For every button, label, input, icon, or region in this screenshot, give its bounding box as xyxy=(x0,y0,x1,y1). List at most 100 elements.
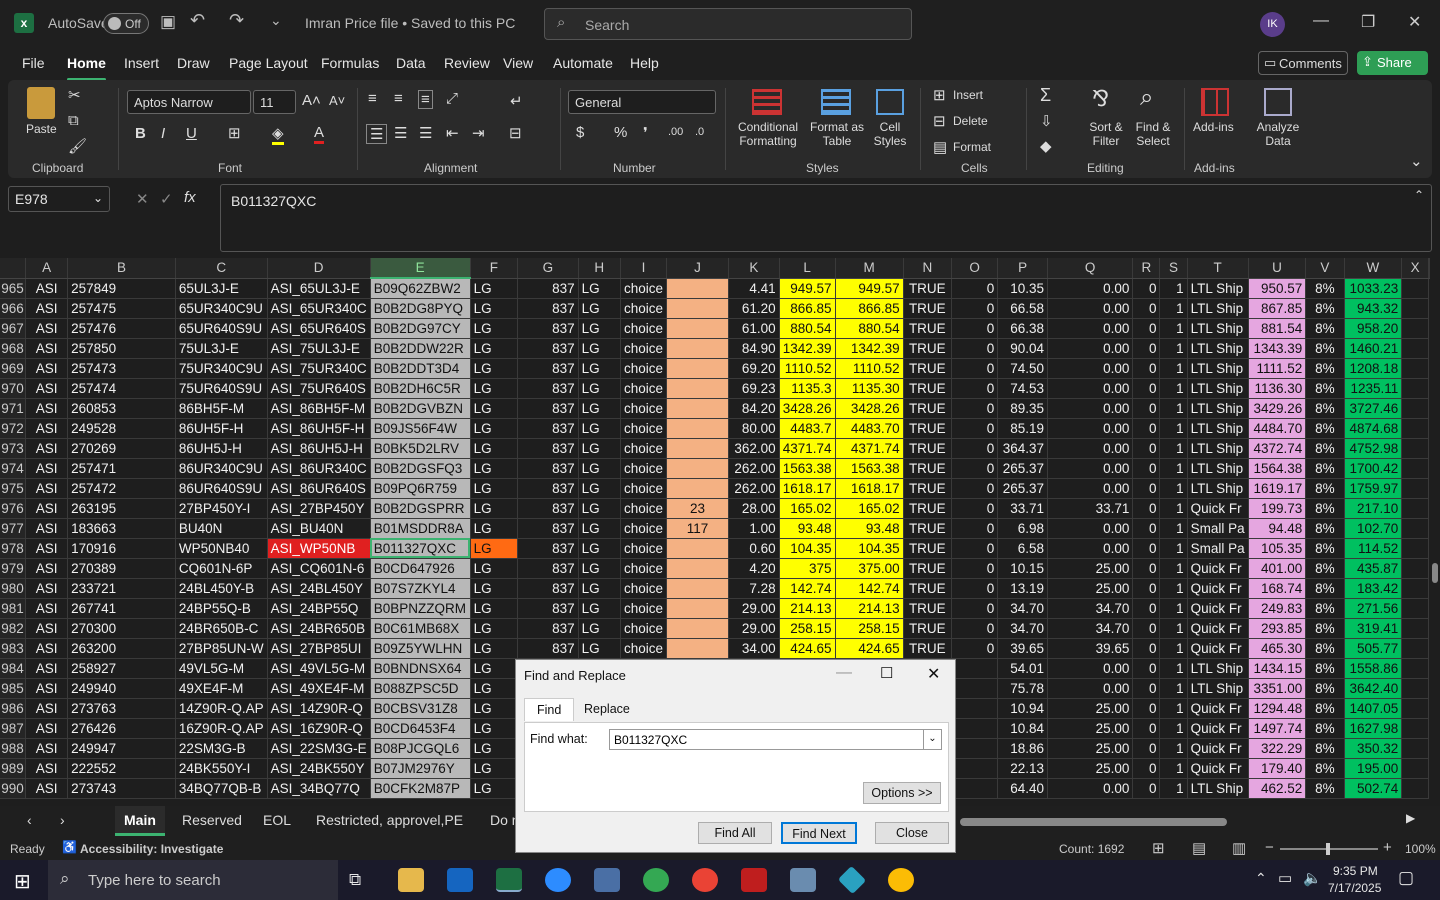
grid-cell[interactable]: 6.98 xyxy=(997,518,1048,539)
grid-cell[interactable]: Quick Fr xyxy=(1187,578,1249,599)
grid-cell[interactable]: 0.00 xyxy=(1047,418,1134,439)
sort-filter-icon[interactable]: ⅋ xyxy=(1092,86,1109,112)
grid-cell[interactable]: 0 xyxy=(951,638,999,659)
grid-cell[interactable]: Quick Fr xyxy=(1187,738,1249,759)
grid-cell[interactable]: 66.58 xyxy=(997,298,1048,319)
grid-cell[interactable]: 424.65 xyxy=(835,638,904,659)
grid-cell[interactable]: ASI_86UR640S xyxy=(267,478,371,499)
grid-cell[interactable] xyxy=(951,658,999,679)
wrap-text-icon[interactable]: ↵ xyxy=(510,92,523,110)
grid-cell[interactable]: ASI xyxy=(25,498,69,519)
grid-cell[interactable]: 4.41 xyxy=(728,278,780,299)
grid-cell[interactable]: choice xyxy=(620,538,668,559)
grid-cell[interactable]: 8% xyxy=(1305,558,1345,579)
grid-cell[interactable]: 375.00 xyxy=(835,558,904,579)
grid-cell[interactable]: 8% xyxy=(1305,298,1345,319)
cancel-entry-icon[interactable]: ✕ xyxy=(136,190,149,208)
grid-cell[interactable] xyxy=(1401,378,1429,399)
grid-cell[interactable]: choice xyxy=(620,618,668,639)
increase-indent-icon[interactable]: ⇥ xyxy=(472,124,485,142)
grid-cell[interactable]: 4874.68 xyxy=(1344,418,1403,439)
grid-cell[interactable] xyxy=(1401,718,1429,739)
grid-cell[interactable]: LG xyxy=(578,578,622,599)
font-name-select[interactable]: Aptos Narrow xyxy=(127,90,251,114)
grid-cell[interactable]: ASI_14Z90R-Q xyxy=(267,698,371,719)
grid-cell[interactable]: ASI xyxy=(25,558,69,579)
outlook-icon[interactable] xyxy=(447,868,473,892)
grid-cell[interactable]: 866.85 xyxy=(779,298,836,319)
grid-cell[interactable] xyxy=(1401,298,1429,319)
grid-cell[interactable] xyxy=(1401,778,1429,799)
grid-cell[interactable]: 54.01 xyxy=(997,658,1048,679)
grid-cell[interactable]: LG xyxy=(578,598,622,619)
grid-cell[interactable]: Quick Fr xyxy=(1187,698,1249,719)
grid-cell[interactable]: B0CD6453F4 xyxy=(370,718,471,739)
grid-cell[interactable]: 1 xyxy=(1159,378,1188,399)
grid-cell[interactable]: 8% xyxy=(1305,378,1345,399)
cell-styles-button[interactable]: Cell Styles xyxy=(866,120,914,148)
grid-cell[interactable]: 168.74 xyxy=(1248,578,1307,599)
app-icon[interactable] xyxy=(790,868,816,892)
grid-cell[interactable] xyxy=(666,458,730,479)
grid-cell[interactable] xyxy=(666,578,730,599)
grid-cell[interactable]: 249528 xyxy=(67,418,176,439)
grid-cell[interactable]: 22SM3G-B xyxy=(175,738,268,759)
tab-file[interactable]: File xyxy=(22,55,45,71)
column-header-q[interactable]: Q xyxy=(1047,258,1134,279)
grid-cell[interactable]: 1033.23 xyxy=(1344,278,1403,299)
grid-cell[interactable]: TRUE xyxy=(903,598,952,619)
grid-cell[interactable]: 29.00 xyxy=(728,598,780,619)
grid-cell[interactable]: 0.00 xyxy=(1047,278,1134,299)
column-header-g[interactable]: G xyxy=(517,258,579,279)
grid-cell[interactable]: 257471 xyxy=(67,458,176,479)
grid-cell[interactable]: Small Pa xyxy=(1187,538,1249,559)
grid-cell[interactable]: 86UH5J-H xyxy=(175,438,268,459)
grid-cell[interactable]: 257476 xyxy=(67,318,176,339)
grid-cell[interactable] xyxy=(1401,618,1429,639)
grid-cell[interactable] xyxy=(1401,538,1429,559)
insert-button[interactable]: Insert xyxy=(953,88,983,102)
avatar[interactable]: IK xyxy=(1260,12,1285,37)
grid-cell[interactable]: ASI_27BP450Y xyxy=(267,498,371,519)
grid-cell[interactable]: 0 xyxy=(951,278,999,299)
grid-cell[interactable]: 1558.86 xyxy=(1344,658,1403,679)
grid-cell[interactable]: ASI_49XE4F-M xyxy=(267,678,371,699)
find-select-button[interactable]: Find & Select xyxy=(1130,120,1176,148)
grid-cell[interactable]: 1136.30 xyxy=(1248,378,1307,399)
grid-cell[interactable]: 263195 xyxy=(67,498,176,519)
grid-cell[interactable] xyxy=(951,738,999,759)
column-header-m[interactable]: M xyxy=(835,258,904,279)
dialog-close-button[interactable]: Close xyxy=(875,822,949,844)
grid-cell[interactable]: 0 xyxy=(951,378,999,399)
grid-cell[interactable]: ASI xyxy=(25,438,69,459)
grid-cell[interactable]: LG xyxy=(470,298,519,319)
find-what-input[interactable] xyxy=(609,729,942,750)
grid-cell[interactable]: 8% xyxy=(1305,318,1345,339)
grid-cell[interactable]: 837 xyxy=(517,338,579,359)
grid-cell[interactable]: 179.40 xyxy=(1248,758,1307,779)
grid-cell[interactable]: 69.23 xyxy=(728,378,780,399)
grid-cell[interactable]: 837 xyxy=(517,378,579,399)
clear-icon[interactable]: ◆ xyxy=(1040,137,1052,155)
row-header[interactable]: 965 xyxy=(0,278,27,299)
minimize-icon[interactable]: — xyxy=(1313,12,1329,30)
accessibility-status[interactable]: Accessibility: Investigate xyxy=(80,842,223,856)
grid-cell[interactable]: 6.58 xyxy=(997,538,1048,559)
grid-cell[interactable]: 1 xyxy=(1159,418,1188,439)
grid-cell[interactable]: 34.70 xyxy=(1047,618,1134,639)
grid-cell[interactable]: Quick Fr xyxy=(1187,638,1249,659)
grid-cell[interactable]: 273743 xyxy=(67,778,176,799)
merge-center-icon[interactable]: ⊟ xyxy=(509,124,522,142)
grid-cell[interactable]: ASI_16Z90R-Q xyxy=(267,718,371,739)
grid-cell[interactable]: 25.00 xyxy=(1047,758,1134,779)
grid-cell[interactable] xyxy=(1401,458,1429,479)
grid-cell[interactable]: choice xyxy=(620,278,668,299)
grid-cell[interactable]: 61.20 xyxy=(728,298,780,319)
grid-cell[interactable] xyxy=(666,358,730,379)
grid-cell[interactable]: 505.77 xyxy=(1344,638,1403,659)
grid-cell[interactable]: 1618.17 xyxy=(779,478,836,499)
grid-cell[interactable]: LG xyxy=(470,378,519,399)
row-header[interactable]: 969 xyxy=(0,358,27,379)
grid-cell[interactable]: 84.90 xyxy=(728,338,780,359)
grid-cell[interactable]: 880.54 xyxy=(835,318,904,339)
